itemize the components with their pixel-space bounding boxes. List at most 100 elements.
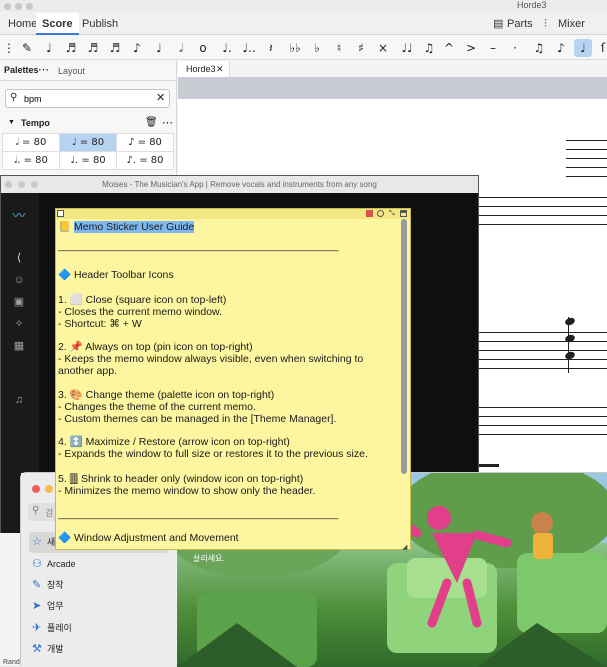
staff-line	[479, 416, 607, 417]
close-light[interactable]	[32, 485, 40, 493]
trash-icon[interactable]: 🗑	[145, 117, 158, 128]
tempo-dotted-half-80[interactable]: 𝅗𝅥. = 80	[3, 152, 60, 170]
score-tab[interactable]: Horde3 ✕	[178, 61, 230, 77]
plugin-icon[interactable]: ✧	[12, 317, 26, 331]
rest-icon[interactable]: 𝄽	[262, 39, 280, 57]
minimize-light[interactable]	[18, 181, 25, 188]
double-sharp-icon[interactable]: ×	[374, 39, 392, 57]
marcato-icon[interactable]: ^	[440, 39, 458, 57]
flip-icon[interactable]: ♪	[552, 39, 570, 57]
accent-icon[interactable]: >	[462, 39, 480, 57]
tempo-eighth-80[interactable]: ♪ = 80	[117, 134, 174, 152]
playlist-icon[interactable]: ♫	[12, 393, 26, 407]
memo-divider: ________________________________________…	[58, 240, 339, 252]
tab-publish[interactable]: Publish	[76, 13, 124, 35]
more-icon[interactable]: ſ	[594, 39, 607, 57]
people-icon[interactable]: ☺	[12, 273, 26, 287]
parts-icon[interactable]: ▤	[493, 13, 503, 35]
dot-icon[interactable]: ♩.	[218, 39, 236, 57]
memo-header: ⤡	[56, 209, 410, 219]
note-input-icon[interactable]: ♩	[40, 39, 58, 57]
slur-icon[interactable]: ♫	[420, 39, 438, 57]
zoom-light[interactable]	[26, 3, 33, 10]
16th-note-icon[interactable]: ♬	[106, 39, 124, 57]
double-flat-icon[interactable]: ♭♭	[286, 39, 304, 57]
eighth-note-icon[interactable]: ♪	[128, 39, 146, 57]
share-icon[interactable]: ⟨	[12, 251, 26, 265]
resize-arrow-icon[interactable]: ⤡	[389, 210, 396, 217]
score-staff-area[interactable]	[479, 181, 607, 473]
memo-section-1: 🔷 Header Toolbar Icons	[58, 269, 174, 281]
palette-search[interactable]: ⚲ ✕	[5, 89, 170, 108]
tie-icon[interactable]: ♩♩	[398, 39, 416, 57]
close-square-icon[interactable]	[57, 210, 64, 217]
sidebar-item-label: 업무	[47, 601, 64, 611]
sidebar-item-arcade[interactable]: ⚇ Arcade	[29, 554, 169, 575]
tempo-section-title: Tempo	[21, 118, 50, 128]
tab-palettes[interactable]: Palettes	[4, 65, 39, 75]
memo-scrollbar[interactable]	[401, 219, 407, 474]
search-input[interactable]	[24, 92, 149, 106]
mixer-button[interactable]: Mixer	[558, 13, 585, 35]
score-page	[178, 99, 607, 181]
palette-icon[interactable]	[377, 210, 384, 217]
hammer-icon: ⚒	[32, 643, 42, 655]
clear-icon[interactable]: ✕	[156, 91, 165, 104]
whole-note-icon[interactable]: o	[194, 39, 212, 57]
quarter-note-icon[interactable]: ♩	[150, 39, 168, 57]
minimize-light[interactable]	[45, 485, 53, 493]
staff-line	[479, 332, 607, 333]
memo-item3-line-b: - Custom themes can be managed in the [T…	[58, 413, 337, 425]
sidebar-item-develop[interactable]: ⚒ 개발	[29, 639, 169, 660]
staff-line	[566, 149, 607, 150]
mixer-icon[interactable]: ⫶	[544, 13, 547, 35]
staff-line	[479, 206, 607, 207]
more-options-icon[interactable]: ⋯	[162, 116, 173, 129]
32nd-note-icon[interactable]: ♬	[84, 39, 102, 57]
voice-1-icon[interactable]: ♩	[574, 39, 592, 57]
tenuto-icon[interactable]: –	[484, 39, 502, 57]
pencil-icon[interactable]: ✎	[18, 39, 36, 57]
tempo-quarter-80[interactable]: ♩ = 80	[60, 134, 117, 152]
staccato-icon[interactable]: ·	[506, 39, 524, 57]
tempo-dotted-eighth-80[interactable]: ♪. = 80	[117, 152, 174, 170]
staff-line	[479, 341, 607, 342]
chevron-down-icon[interactable]: ▼	[8, 119, 15, 126]
close-light[interactable]	[5, 181, 12, 188]
score-canvas[interactable]	[178, 77, 607, 181]
memo-item2-title: 2. 📌 Always on top (pin icon on top-righ…	[58, 341, 253, 353]
parts-button[interactable]: Parts	[507, 13, 533, 35]
memo-item2-line-b: another app.	[58, 365, 117, 377]
staff-line	[479, 425, 607, 426]
resize-grip-icon[interactable]: ◢	[402, 543, 407, 551]
notehead[interactable]	[564, 316, 576, 327]
drag-handle-icon[interactable]: ⋮	[0, 39, 18, 57]
grid-icon[interactable]: ▦	[12, 339, 26, 353]
tab-score[interactable]: Score	[36, 13, 79, 35]
memo-item1-line-b: - Shortcut: ⌘ + W	[58, 318, 142, 330]
tab-layout[interactable]: Layout	[58, 66, 85, 76]
close-light[interactable]	[4, 3, 11, 10]
minimize-light[interactable]	[15, 3, 22, 10]
sidebar-item-play[interactable]: ✈ 플레이	[29, 618, 169, 639]
sidebar-item-create[interactable]: ✎ 창작	[29, 575, 169, 596]
moises-titlebar: Moises - The Musician's App | Remove voc…	[1, 176, 478, 193]
zoom-light[interactable]	[31, 181, 38, 188]
close-tab-icon[interactable]: ✕	[216, 61, 224, 77]
staff-line	[479, 407, 607, 408]
memo-body[interactable]: 📒 Memo Sticker User Guide ______________…	[58, 219, 398, 549]
shrink-window-icon[interactable]	[400, 210, 407, 217]
tempo-dotted-quarter-80[interactable]: ♩. = 80	[60, 152, 117, 170]
64th-note-icon[interactable]: ♬	[62, 39, 80, 57]
palette-menu-icon[interactable]: ⋯	[38, 63, 49, 76]
tuplet-icon[interactable]: ♫	[530, 39, 548, 57]
tempo-half-80[interactable]: 𝅗𝅥 = 80	[3, 134, 60, 152]
flat-icon[interactable]: ♭	[308, 39, 326, 57]
pin-icon[interactable]	[366, 210, 373, 217]
sidebar-item-work[interactable]: ➤ 업무	[29, 596, 169, 617]
natural-icon[interactable]: ♮	[330, 39, 348, 57]
speaker-icon[interactable]: ▣	[12, 295, 26, 309]
sharp-icon[interactable]: ♯	[352, 39, 370, 57]
half-note-icon[interactable]: 𝅗𝅥	[172, 39, 190, 57]
double-dot-icon[interactable]: ♩..	[240, 39, 258, 57]
